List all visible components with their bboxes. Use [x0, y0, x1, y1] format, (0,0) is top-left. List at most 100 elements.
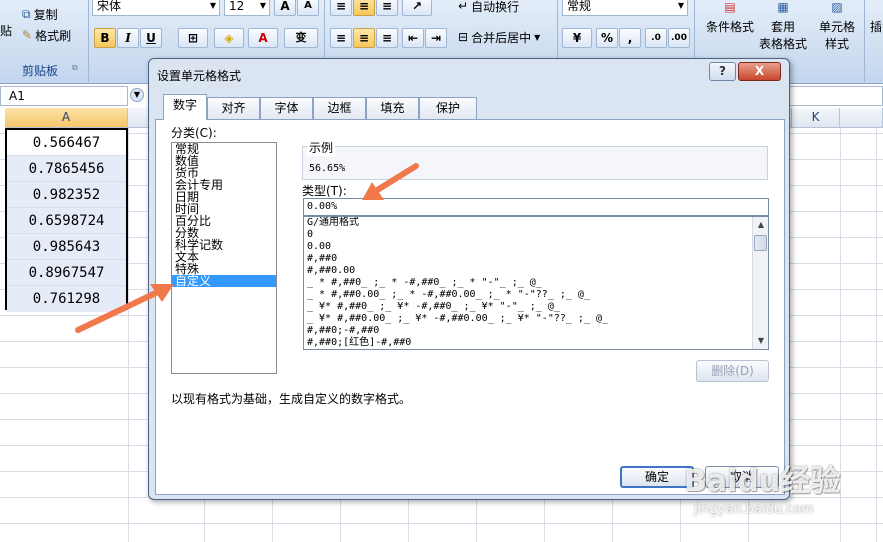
underline-button[interactable]: U: [140, 28, 162, 48]
font-size-select[interactable]: 12 ▼: [224, 0, 270, 16]
number-format-select[interactable]: 常规 ▼: [562, 0, 688, 16]
help-button[interactable]: ?: [709, 62, 736, 81]
cell-styles-label-2: 样式: [824, 37, 849, 51]
format-item[interactable]: 0.00: [304, 241, 768, 253]
ok-button-label: 确定: [644, 470, 669, 484]
orientation-button[interactable]: ↗: [402, 0, 432, 16]
fill-bucket-icon: ◈: [224, 31, 234, 45]
format-item[interactable]: _ * #,##0_ ;_ * -#,##0_ ;_ * "-"_ ;_ @_: [304, 277, 768, 289]
tab-border[interactable]: 边框: [313, 97, 366, 119]
percent-style-button[interactable]: %: [596, 28, 618, 48]
tab-font[interactable]: 字体: [260, 97, 313, 119]
copy-icon: ⧉: [22, 6, 31, 21]
tab-label: 数字: [172, 98, 197, 112]
tab-number[interactable]: 数字: [163, 94, 207, 120]
merge-center-label: 合并后居中: [471, 30, 532, 45]
format-item[interactable]: #,##0;[红色]-#,##0: [304, 337, 768, 349]
fill-color-button[interactable]: ◈: [214, 28, 244, 48]
format-painter-label: 格式刷: [35, 28, 72, 43]
tab-label: 保护: [435, 101, 460, 115]
scroll-up-icon[interactable]: ▲: [754, 218, 768, 232]
font-name-select[interactable]: 宋体 ▼: [92, 0, 220, 16]
baidu-watermark: Baidu经验 jingyan.baidu.com: [672, 450, 872, 530]
category-item-selected[interactable]: 自定义: [172, 275, 276, 287]
cell-a1[interactable]: 0.566467: [7, 130, 126, 156]
format-cells-dialog: 设置单元格格式 ? X 数字 对齐 字体 边框 填充 保护 分类(C): 常规 …: [148, 58, 790, 500]
tab-panel: 分类(C): 常规 数值 货币 会计专用 日期 时间 百分比 分数 科学记数 文…: [155, 119, 785, 495]
wrap-icon: ↵: [458, 0, 469, 13]
watermark-brand: Baidu经验: [684, 464, 841, 499]
font-color-button[interactable]: A: [248, 28, 278, 48]
column-header-a[interactable]: A: [5, 108, 128, 128]
conditional-format-button[interactable]: ▤ 条件格式: [703, 0, 757, 56]
borders-button[interactable]: ⊞: [178, 28, 208, 48]
format-item[interactable]: _ ¥* #,##0_ ;_ ¥* -#,##0_ ;_ ¥* "-"_ ;_ …: [304, 301, 768, 313]
format-item[interactable]: G/通用格式: [304, 217, 768, 229]
category-list[interactable]: 常规 数值 货币 会计专用 日期 时间 百分比 分数 科学记数 文本 特殊 自定…: [171, 142, 277, 374]
cell-a5[interactable]: 0.985643: [7, 234, 126, 260]
align-middle-button[interactable]: ≡: [353, 0, 375, 16]
format-item[interactable]: #,##0.00: [304, 265, 768, 277]
accounting-format-button[interactable]: ¥: [562, 28, 592, 48]
column-header-l[interactable]: [840, 108, 883, 128]
close-button[interactable]: X: [738, 62, 781, 81]
shrink-font-button[interactable]: A: [297, 0, 319, 16]
align-left-button[interactable]: ≡: [330, 28, 352, 48]
dialog-launcher-icon[interactable]: ⧉: [72, 63, 78, 73]
insert-button[interactable]: 插: [870, 18, 882, 35]
border-icon: ⊞: [187, 31, 199, 45]
cell-a2[interactable]: 0.7865456: [7, 156, 126, 182]
align-right-button[interactable]: ≡: [376, 28, 398, 48]
chevron-down-icon: ▼: [534, 32, 541, 42]
format-list-scrollbar[interactable]: ▲ ▼: [752, 217, 768, 349]
chevron-down-icon[interactable]: ▼: [130, 88, 144, 102]
decrease-indent-button[interactable]: ⇤: [402, 28, 424, 48]
wrap-text-button[interactable]: ↵ 自动换行: [458, 0, 519, 16]
paste-button[interactable]: 贴: [0, 20, 12, 40]
format-item[interactable]: 0: [304, 229, 768, 241]
italic-label: I: [125, 31, 131, 45]
name-box-value: A1: [9, 89, 25, 103]
table-icon: ▦: [777, 0, 789, 14]
increase-decimal-button[interactable]: .0: [645, 28, 667, 48]
decrease-decimal-button[interactable]: .00: [668, 28, 690, 48]
align-top-button[interactable]: ≡: [330, 0, 352, 16]
grow-font-button[interactable]: A: [274, 0, 296, 16]
comma-label: ,: [627, 31, 633, 45]
format-type-list[interactable]: G/通用格式 0 0.00 #,##0 #,##0.00 _ * #,##0_ …: [303, 216, 769, 350]
format-item[interactable]: #,##0;-#,##0: [304, 325, 768, 337]
format-item[interactable]: _ ¥* #,##0.00_ ;_ ¥* -#,##0.00_ ;_ ¥* "-…: [304, 313, 768, 325]
scroll-thumb[interactable]: [754, 235, 767, 251]
conditional-format-label: 条件格式: [705, 20, 754, 34]
column-header-k[interactable]: K: [792, 108, 840, 128]
cell-a4[interactable]: 0.6598724: [7, 208, 126, 234]
cell-styles-button[interactable]: ▨ 单元格 样式: [814, 0, 860, 56]
scroll-down-icon[interactable]: ▼: [754, 334, 768, 348]
format-item[interactable]: #,##0: [304, 253, 768, 265]
merge-center-button[interactable]: ⊟ 合并后居中 ▼: [458, 27, 540, 47]
align-bottom-button[interactable]: ≡: [376, 0, 398, 16]
bold-button[interactable]: B: [94, 28, 116, 48]
tab-fill[interactable]: 填充: [366, 97, 419, 119]
italic-button[interactable]: I: [117, 28, 139, 48]
name-box[interactable]: A1: [0, 86, 128, 106]
grid-line: [876, 128, 877, 542]
increase-indent-button[interactable]: ⇥: [425, 28, 447, 48]
tab-label: 字体: [274, 101, 299, 115]
format-painter-button[interactable]: ✎ 格式刷: [22, 25, 71, 45]
tab-protection[interactable]: 保护: [419, 97, 477, 119]
delete-button[interactable]: 删除(D): [696, 360, 769, 382]
format-item[interactable]: _ * #,##0.00_ ;_ * -#,##0.00_ ;_ * "-"??…: [304, 289, 768, 301]
cell-styles-icon: ▨: [831, 0, 843, 14]
tab-label: 边框: [327, 101, 352, 115]
table-format-label-1: 套用: [770, 20, 795, 34]
align-center-button[interactable]: ≡: [353, 28, 375, 48]
phonetic-button[interactable]: 变: [284, 28, 318, 48]
cell-a3[interactable]: 0.982352: [7, 182, 126, 208]
font-name-value: 宋体: [97, 0, 122, 13]
copy-button[interactable]: ⧉ 复制: [22, 4, 58, 24]
comma-style-button[interactable]: ,: [619, 28, 641, 48]
paste-label: 贴: [0, 23, 13, 38]
tab-alignment[interactable]: 对齐: [207, 97, 260, 119]
format-as-table-button[interactable]: ▦ 套用 表格格式: [754, 0, 812, 56]
